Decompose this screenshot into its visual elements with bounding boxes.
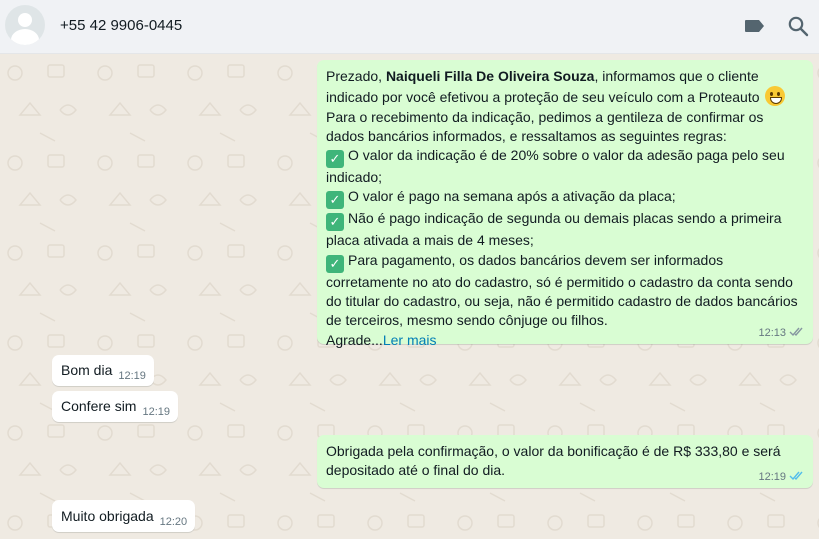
read-more-link[interactable]: Ler mais bbox=[383, 332, 437, 348]
message-line: placa ativada a mais de 4 meses; bbox=[326, 232, 534, 249]
message-time: 12:19 bbox=[758, 471, 786, 483]
message-bubble-incoming[interactable]: Confere sim 12:19 bbox=[52, 391, 178, 422]
message-text: , informamos que o cliente bbox=[594, 68, 759, 84]
message-line: indicado; bbox=[326, 169, 383, 186]
message-text: Agrade... bbox=[326, 331, 383, 348]
message-time: 12:20 bbox=[159, 516, 188, 528]
rule-text: Não é pago indicação de segunda ou demai… bbox=[348, 210, 782, 227]
message-line: ✓ Para pagamento, os dados bancários deve… bbox=[326, 251, 804, 273]
check-mark-icon: ✓ bbox=[326, 191, 344, 210]
message-text: indicado por você efetivou a proteção de… bbox=[326, 89, 760, 106]
message-line: indicado por você efetivou a proteção de… bbox=[326, 86, 804, 107]
message-text: Confere sim bbox=[61, 398, 137, 414]
message-text: Bom dia bbox=[61, 362, 113, 378]
contact-name[interactable]: +55 42 9906-0445 bbox=[60, 17, 182, 34]
message-line: dados bancários informados, e ressaltamo… bbox=[326, 127, 727, 144]
message-meta: 12:19 bbox=[758, 470, 805, 484]
rule-text: O valor da indicação é de 20% sobre o va… bbox=[348, 147, 785, 164]
message-time: 12:19 bbox=[142, 406, 170, 418]
message-line: ✓ O valor é pago na semana após a ativaçã… bbox=[326, 187, 804, 210]
rule-text: O valor é pago na semana após a ativação… bbox=[348, 188, 676, 205]
message-line: de terceiros, mesmo sendo cônjuge ou fil… bbox=[326, 312, 608, 329]
message-line: Obrigada pela confirmação, o valor da bo… bbox=[326, 443, 781, 459]
message-text: Prezado, bbox=[326, 68, 386, 84]
check-mark-icon: ✓ bbox=[326, 150, 344, 169]
rule-text: Para pagamento, os dados bancários devem… bbox=[348, 251, 724, 268]
chat-panel[interactable]: Prezado, Naiqueli Filla De Oliveira Souz… bbox=[0, 55, 819, 539]
message-bubble-incoming[interactable]: Bom dia 12:19 bbox=[52, 355, 154, 386]
check-mark-icon: ✓ bbox=[326, 213, 344, 232]
message-text: Muito obrigada bbox=[61, 508, 154, 524]
message-time: 12:13 bbox=[758, 327, 786, 339]
chat-header: +55 42 9906-0445 bbox=[0, 0, 819, 54]
label-icon[interactable] bbox=[744, 15, 766, 37]
recipient-name: Naiqueli Filla De Oliveira Souza bbox=[385, 68, 595, 84]
search-icon[interactable] bbox=[787, 15, 809, 37]
message-bubble-outgoing[interactable]: Prezado, Naiqueli Filla De Oliveira Souz… bbox=[317, 60, 813, 348]
message-bubble-incoming[interactable]: Muito obrigada 12:20 bbox=[52, 500, 196, 532]
message-line: depositado até o final do dia. bbox=[326, 462, 506, 479]
message-line: corretamente no ato do cadastro, só é pe… bbox=[326, 273, 793, 290]
message-line: ✓ O valor da indicação é de 20% sobre o v… bbox=[326, 146, 804, 169]
avatar-placeholder-icon bbox=[18, 13, 32, 27]
message-line: ✓ Não é pago indicação de segunda ou dema… bbox=[326, 209, 804, 232]
message-line: Para o recebimento da indicação, pedimos… bbox=[326, 108, 764, 125]
message-bubble-outgoing[interactable]: Obrigada pela confirmação, o valor da bo… bbox=[317, 435, 813, 488]
message-time: 12:19 bbox=[118, 370, 146, 382]
avatar-placeholder-body bbox=[11, 29, 39, 45]
message-line: do titular do cadastro, ou seja, não é p… bbox=[326, 293, 798, 310]
message-line: Agrade...Ler mais bbox=[326, 331, 804, 350]
avatar[interactable] bbox=[5, 5, 45, 45]
message-meta: 12:13 bbox=[758, 326, 805, 340]
double-check-read-icon bbox=[789, 470, 805, 481]
double-check-icon bbox=[789, 326, 805, 337]
grinning-emoji-icon bbox=[765, 86, 786, 107]
message-line: Prezado, Naiqueli Filla De Oliveira Souz… bbox=[326, 67, 804, 86]
check-mark-icon: ✓ bbox=[326, 254, 344, 273]
